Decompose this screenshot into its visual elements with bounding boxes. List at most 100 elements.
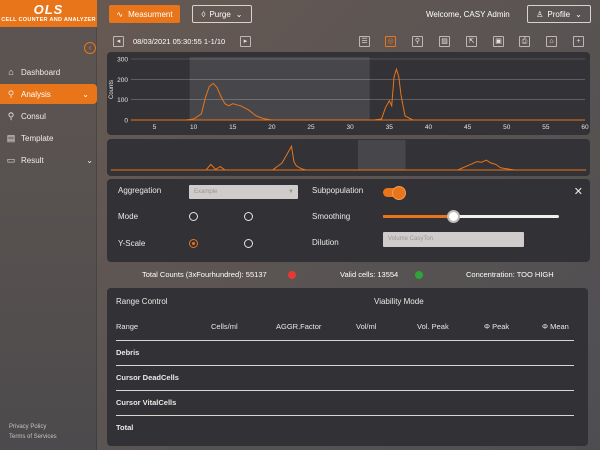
target-button[interactable]: ◎ [385, 36, 396, 47]
smoothing-slider[interactable] [383, 210, 559, 223]
data-point [215, 169, 216, 170]
overview-chart[interactable] [107, 139, 590, 176]
chevron-left-icon: ‹ [88, 43, 92, 52]
data-point [400, 95, 402, 96]
chevron-right-icon: ▸ [243, 38, 248, 45]
table-row-dead-cells[interactable]: Cursor DeadCells [116, 373, 179, 382]
mode-radio-2[interactable] [244, 212, 253, 221]
data-point [495, 164, 497, 165]
settings-sliders-button[interactable]: ☰ [359, 36, 370, 47]
chart-toolbar: ◂ 08/03/2021 05:30:55 1-1/10 ▸ ☰ ◎ ⚲ ▨ ⇱… [107, 34, 590, 49]
x-tick-label: 45 [464, 124, 472, 131]
data-point [248, 109, 249, 111]
logo-text: OLS [33, 2, 64, 17]
column-header-vol-ml: Vol/ml [356, 322, 377, 331]
data-point [291, 145, 292, 147]
counts-chart[interactable]: 0 100 200 300 5 10 15 20 25 30 35 40 45 50 55 60 Counts [107, 52, 590, 135]
print-icon: ⎙ [521, 38, 528, 45]
data-point [210, 164, 212, 165]
export-button[interactable]: ⇱ [466, 36, 477, 47]
smoothing-slider-thumb[interactable] [447, 210, 461, 223]
x-tick-label: 20 [268, 124, 276, 131]
x-tick-label: 10 [190, 124, 198, 131]
purge-button[interactable]: ◊ Purge ⌄ [192, 5, 252, 23]
table-row-debris[interactable]: Debris [116, 348, 139, 357]
yscale-radio-1[interactable] [189, 239, 198, 248]
data-point [476, 161, 478, 162]
image-button[interactable]: ▨ [439, 36, 450, 47]
image-icon: ▨ [441, 38, 448, 45]
mode-radio-1[interactable] [189, 212, 198, 221]
data-point [293, 161, 295, 162]
drop-icon: ◊ [201, 9, 206, 19]
next-measurement-button[interactable]: ▸ [240, 36, 251, 47]
data-point [388, 100, 390, 102]
data-point [300, 168, 302, 169]
purge-label: Purge [209, 9, 231, 19]
data-point [208, 86, 210, 87]
top-bar: ∿ Measurment ◊ Purge ⌄ Welcome, CASY Adm… [97, 0, 600, 30]
dilution-input[interactable]: Volume CasyTon [383, 232, 524, 247]
data-point [219, 166, 221, 168]
privacy-policy-link[interactable]: Privacy Policy [9, 422, 57, 432]
profile-label: Profile [547, 9, 571, 19]
valid-cells-status-dot [415, 271, 423, 279]
x-tick-label: 15 [229, 124, 237, 131]
data-point [381, 118, 382, 120]
overview-chart-svg [110, 140, 587, 171]
selected-range-band [358, 140, 406, 170]
column-header-aggr-factor: AGGR.Factor [276, 322, 322, 331]
results-panel: Range Control Viability Mode Range Cells… [107, 288, 588, 446]
terms-link[interactable]: Terms of Services [9, 432, 57, 442]
add-button[interactable]: + [573, 36, 584, 47]
yscale-radio-2[interactable] [244, 239, 253, 248]
data-point [395, 169, 397, 171]
total-counts-text: Total Counts (3xFourhundred): 55137 [142, 270, 267, 279]
column-header-phi-peak: Φ Peak [484, 322, 510, 331]
viability-mode-title: Viability Mode [374, 297, 424, 306]
chevron-down-icon: ▼ [288, 189, 294, 195]
data-point [110, 169, 112, 171]
print-button[interactable]: ⎙ [519, 36, 530, 47]
selected-range-band [189, 57, 370, 120]
previous-measurement-button[interactable]: ◂ [113, 36, 124, 47]
zoom-icon: ⚲ [414, 38, 421, 45]
home-button[interactable]: ⌂ [546, 36, 557, 47]
data-point [224, 169, 226, 171]
dilution-label: Dilution [312, 238, 339, 247]
close-icon[interactable]: ✕ [574, 185, 583, 198]
collapse-sidebar-button[interactable]: ‹ [84, 42, 96, 54]
document-icon: ▤ [6, 132, 16, 143]
data-point [457, 169, 459, 171]
data-point [419, 169, 421, 171]
data-point [471, 163, 473, 165]
welcome-text: Welcome, CASY Admin [426, 10, 510, 19]
sidebar-item-dashboard[interactable]: ⌂ Dashboard [0, 62, 97, 82]
total-counts-status-dot [288, 271, 296, 279]
sidebar-item-template[interactable]: ▤ Template [0, 128, 97, 148]
measurement-button[interactable]: ∿ Measurment [109, 5, 180, 23]
sidebar-item-label: Analysis [21, 89, 51, 99]
subpopulation-toggle[interactable] [383, 186, 406, 200]
target-icon: ◎ [387, 38, 394, 45]
x-tick-label: 50 [503, 124, 511, 131]
sidebar-item-analysis[interactable]: ⚲ Analysis ⌄ [0, 84, 97, 104]
aggregation-select[interactable]: Example ▼ [189, 185, 298, 199]
table-row-total[interactable]: Total [116, 423, 133, 432]
analysis-settings-panel: Aggregation Example ▼ Mode Y-Scale Subpo… [107, 179, 590, 262]
status-bar: Total Counts (3xFourhundred): 55137 Vali… [97, 265, 600, 285]
data-point [185, 119, 187, 121]
data-point [204, 97, 206, 99]
data-point [201, 113, 202, 115]
zoom-button[interactable]: ⚲ [412, 36, 423, 47]
sidebar-item-result[interactable]: ▭ Result ⌄ [0, 150, 97, 170]
sidebar-item-consul[interactable]: ⚲ Consul [0, 106, 97, 126]
table-row-vital-cells[interactable]: Cursor VitalCells [116, 398, 176, 407]
data-point [295, 165, 297, 167]
profile-button[interactable]: ♙ Profile ⌄ [527, 5, 591, 23]
sidebar-item-label: Dashboard [21, 67, 61, 77]
save-button[interactable]: ▣ [493, 36, 504, 47]
footer-links: Privacy Policy Terms of Services [9, 422, 57, 442]
data-point [205, 169, 207, 171]
x-tick-label: 35 [386, 124, 394, 131]
